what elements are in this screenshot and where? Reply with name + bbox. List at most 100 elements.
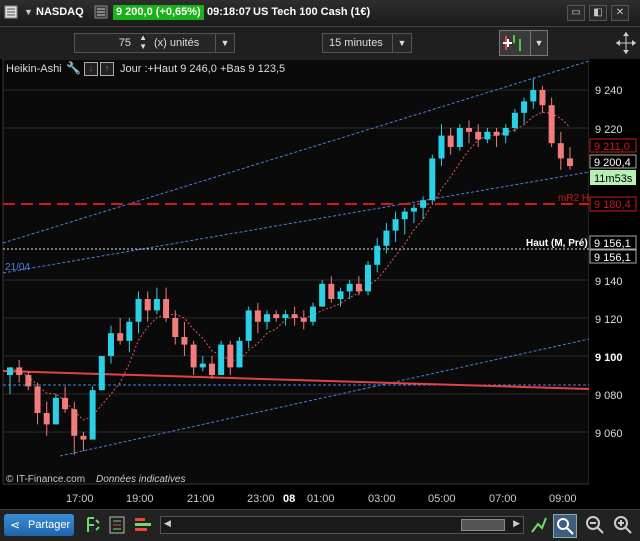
scroll-left-icon[interactable]: ◀ xyxy=(164,518,171,529)
instrument-name[interactable]: NASDAQ xyxy=(36,6,84,18)
mr2-label: mR2 H xyxy=(558,193,589,204)
price-marker-text: 9 156,1 xyxy=(594,252,631,264)
chart-type-label[interactable]: Heikin-Ashi xyxy=(6,63,62,75)
stepper-arrows-icon[interactable]: ▲ ▼ xyxy=(139,33,147,51)
candle-body xyxy=(264,314,271,322)
candle-body xyxy=(530,90,537,102)
quote-time: 09:18:07 xyxy=(207,6,252,18)
crosshair-icon[interactable] xyxy=(614,30,638,56)
candle-body xyxy=(89,390,96,440)
price-label: 9 140 xyxy=(595,276,623,288)
candle-body xyxy=(117,333,124,341)
instrument-dropdown-arrow[interactable]: ▼ xyxy=(24,7,33,17)
candle-body xyxy=(43,413,50,425)
minimize-button[interactable]: ▭ xyxy=(567,5,585,21)
share-icon: ⋖ xyxy=(10,518,21,532)
candle-body xyxy=(25,375,32,387)
candle-body xyxy=(383,230,390,246)
candle-body xyxy=(392,219,399,231)
indicator-menu-chevron[interactable]: ▼ xyxy=(530,30,548,56)
quantity-stepper[interactable]: 75 ▲ ▼ xyxy=(74,33,150,53)
time-label: 07:00 xyxy=(489,493,517,505)
time-label: 19:00 xyxy=(126,493,154,505)
share-button[interactable]: ⋖ Partager xyxy=(4,514,74,536)
candle-body xyxy=(52,397,59,425)
instrument-menu-icon[interactable] xyxy=(94,5,108,19)
indicators-icon xyxy=(503,35,521,51)
candle-body xyxy=(548,105,555,144)
quote-sheet-icon[interactable] xyxy=(4,5,18,19)
list-icon[interactable] xyxy=(106,514,128,536)
time-label: 17:00 xyxy=(66,493,94,505)
candle-body xyxy=(190,344,197,368)
zoom-selection-button[interactable] xyxy=(553,514,577,538)
price-marker-text: 9 180,4 xyxy=(594,199,631,211)
candle-body xyxy=(199,363,206,368)
price-change-box: 9 200,0 (+0,65%) xyxy=(113,5,204,20)
disclaimer-text: Données indicatives xyxy=(96,474,186,485)
price-marker-text: 9 211,0 xyxy=(594,141,630,153)
scroll-thumb[interactable] xyxy=(461,519,505,531)
candle-body xyxy=(227,344,234,368)
candle-body xyxy=(208,363,215,375)
time-label: 05:00 xyxy=(428,493,456,505)
time-label: 23:00 xyxy=(247,493,275,505)
zoom-out-icon[interactable] xyxy=(584,514,606,536)
price-axis-area[interactable] xyxy=(589,59,640,484)
candle-body xyxy=(153,299,160,311)
time-scrollbar[interactable]: ◀ ▶ xyxy=(160,516,524,534)
instrument-full-name: US Tech 100 Cash (1€) xyxy=(253,6,371,18)
title-bar: ▼ NASDAQ 9 200,0 (+0,65%) 09:18:07 US Te… xyxy=(0,0,640,27)
arrow-up-icon[interactable]: ↑ xyxy=(100,62,114,76)
time-label-day: 08 xyxy=(283,493,295,505)
candle-body xyxy=(355,283,362,292)
chart-canvas[interactable]: 9 240 9 220 9 140 9 120 9 100 9 080 9 06… xyxy=(0,58,640,509)
candle-body xyxy=(62,397,69,410)
day-range-info: Jour :+Haut 9 246,0 +Bas 9 123,5 xyxy=(120,63,286,75)
candle-body xyxy=(337,291,344,299)
candle-body xyxy=(557,143,564,159)
candle-body xyxy=(475,131,482,140)
timeframe-select[interactable]: 15 minutes ▼ xyxy=(322,33,412,53)
signal-icon[interactable] xyxy=(82,514,104,536)
candle-body xyxy=(16,367,23,375)
close-button[interactable]: ✕ xyxy=(611,5,629,21)
scroll-right-icon[interactable]: ▶ xyxy=(513,518,520,529)
previous-high-label: Haut (M, Pré) xyxy=(526,238,588,249)
candle-body xyxy=(319,283,326,307)
candle-body xyxy=(71,409,78,436)
candle-body xyxy=(181,337,188,345)
quantity-value[interactable]: 75 xyxy=(119,34,131,52)
auto-scale-icon[interactable] xyxy=(528,514,550,536)
candle-body xyxy=(34,386,41,413)
arrow-down-icon[interactable]: ↓ xyxy=(84,62,98,76)
candle-body xyxy=(282,314,289,318)
candle-body xyxy=(126,321,133,341)
unit-select[interactable]: (x) unités ▼ xyxy=(148,33,235,53)
price-label-bold: 9 100 xyxy=(595,352,623,364)
time-label: 21:00 xyxy=(187,493,215,505)
wrench-icon[interactable]: 🔧 xyxy=(66,61,81,75)
price-label: 9 220 xyxy=(595,124,623,136)
time-axis-labels: 17:00 19:00 21:00 23:00 08 01:00 03:00 0… xyxy=(66,493,577,505)
channel-date-label: 21/04 xyxy=(5,262,30,273)
chevron-down-icon[interactable]: ▼ xyxy=(215,34,234,52)
zoom-selection-icon xyxy=(557,518,574,535)
candle-body xyxy=(374,245,381,265)
zoom-in-icon[interactable] xyxy=(612,514,634,536)
candle-body xyxy=(172,318,179,337)
countdown-text: 11m53s xyxy=(594,173,633,185)
candle-body xyxy=(484,131,491,140)
candle-body xyxy=(236,340,243,368)
candle-body xyxy=(429,158,436,201)
indicator-tools-button[interactable] xyxy=(499,30,531,56)
candle-body xyxy=(539,90,546,106)
candle-body xyxy=(7,367,13,375)
chevron-down-icon[interactable]: ▼ xyxy=(392,34,411,52)
price-chart[interactable]: 9 240 9 220 9 140 9 120 9 100 9 080 9 06… xyxy=(0,58,640,509)
orderbook-icon[interactable] xyxy=(132,514,154,536)
restore-button[interactable]: ◧ xyxy=(589,5,607,21)
candle-body xyxy=(401,211,408,220)
price-label: 9 060 xyxy=(595,428,623,440)
share-label: Partager xyxy=(28,519,71,531)
